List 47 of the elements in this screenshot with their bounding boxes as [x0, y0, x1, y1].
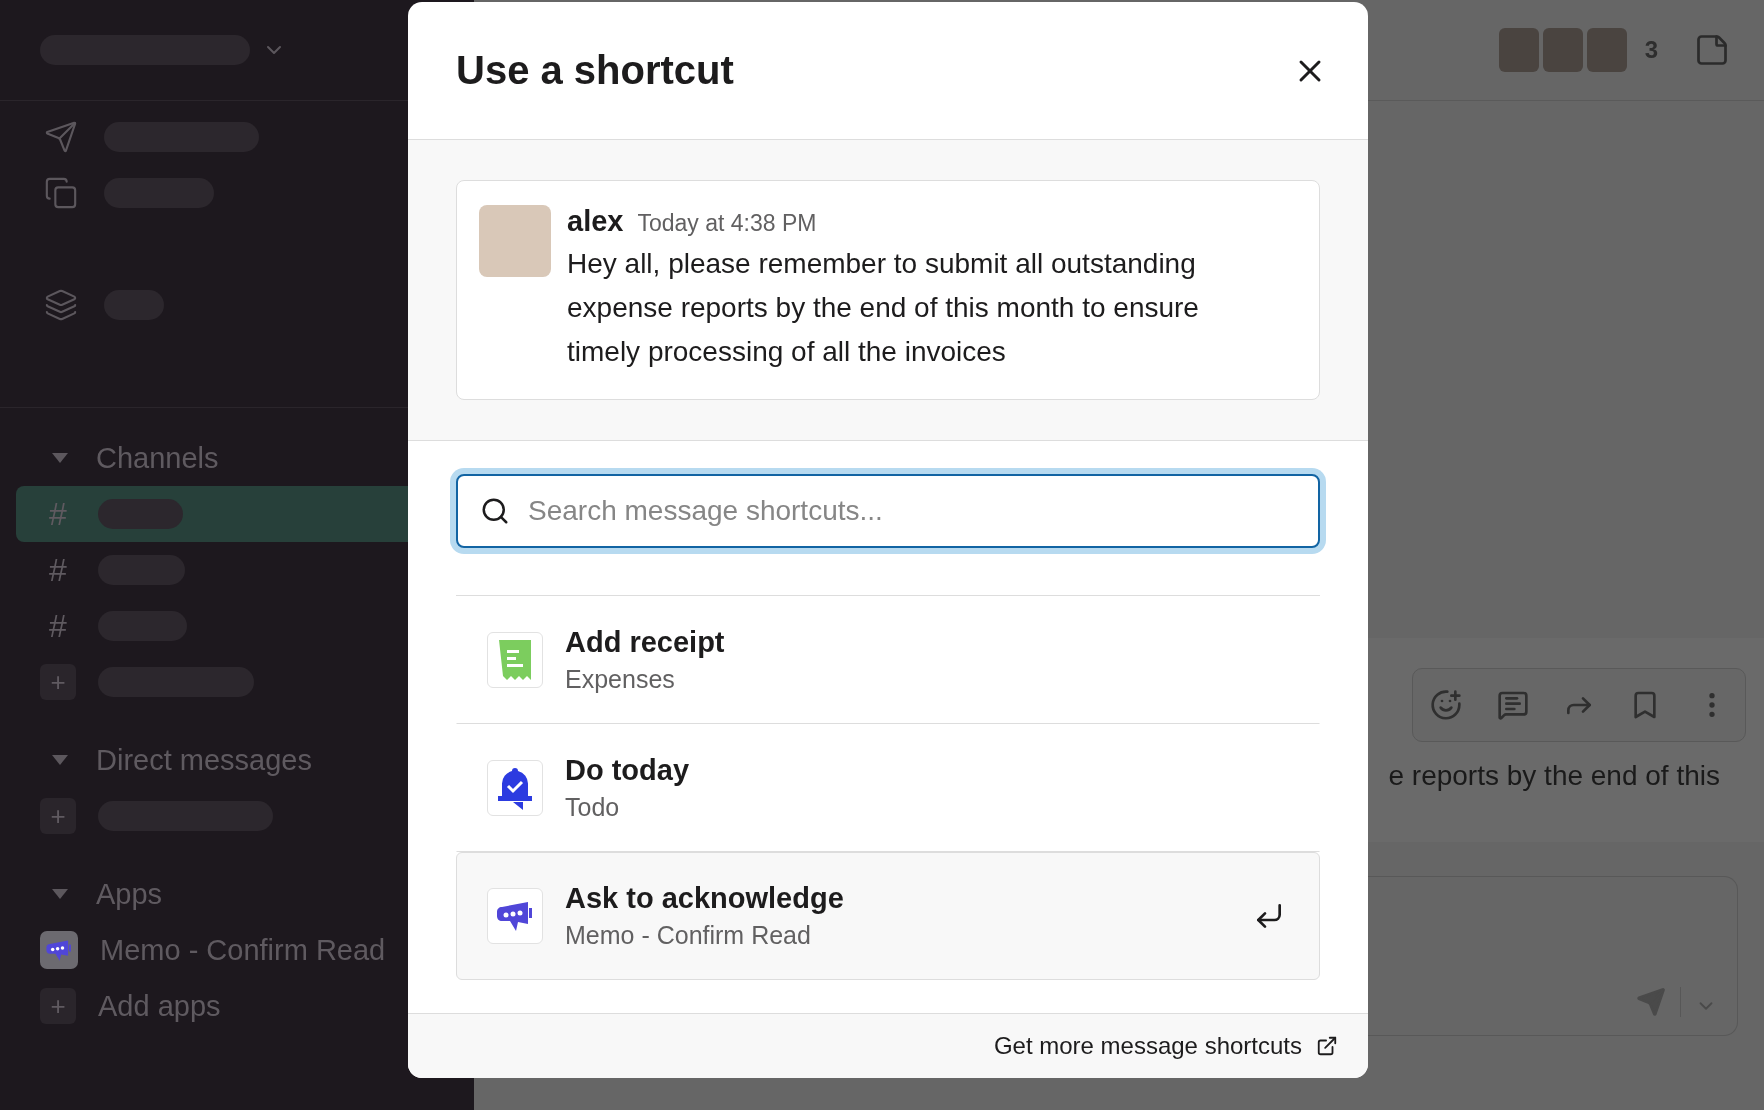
shortcut-title: Ask to acknowledge — [565, 882, 845, 915]
reply-icon[interactable] — [1496, 689, 1529, 721]
avatar — [479, 205, 551, 277]
plus-icon: + — [40, 664, 76, 700]
layers-icon[interactable] — [44, 288, 78, 322]
paper-plane-icon[interactable] — [44, 120, 78, 154]
plus-icon: + — [40, 988, 76, 1024]
app-name: Memo - Confirm Read — [565, 921, 812, 950]
search-icon — [480, 496, 510, 526]
pages-icon[interactable] — [44, 176, 78, 210]
hash-icon: # — [40, 551, 76, 589]
message-text: e reports by the end of this — [1388, 760, 1721, 792]
app-name: Expenses — [565, 665, 676, 694]
receipt-icon — [499, 640, 531, 680]
photo-placeholder — [1586, 28, 1627, 72]
photo-placeholder — [1542, 28, 1583, 72]
megaphone-icon — [495, 900, 535, 932]
member-count[interactable]: 3 — [1644, 36, 1658, 64]
item-label: Memo - Confirm Read — [100, 933, 386, 967]
bell-check-icon — [497, 766, 533, 810]
caret-icon[interactable] — [50, 753, 70, 767]
plus-icon: + — [40, 798, 76, 834]
shortcut-title: Add receipt — [565, 626, 726, 659]
author-name: alex — [567, 205, 624, 238]
section-title[interactable]: Apps — [96, 877, 163, 911]
new-note-icon[interactable] — [1694, 32, 1730, 68]
item-label: Add apps — [98, 989, 221, 1023]
search-field[interactable]: Search message shortcuts... — [456, 474, 1320, 548]
section-title[interactable]: Direct messages — [96, 743, 312, 777]
message-time: Today at 4:38 PM — [637, 210, 817, 237]
add-reaction-icon[interactable] — [1430, 689, 1463, 721]
dialog-title: Use a shortcut — [456, 48, 734, 93]
caret-icon[interactable] — [50, 887, 70, 901]
section-title[interactable]: Channels — [96, 441, 219, 475]
megaphone-icon — [45, 938, 73, 962]
sidebar-item[interactable]: + Add apps — [16, 978, 474, 1034]
photo-placeholder — [1498, 28, 1539, 72]
hash-icon: # — [40, 607, 76, 645]
external-link-icon — [1316, 1035, 1338, 1057]
shortcut-title: Do today — [565, 754, 691, 787]
footer-link[interactable]: Get more message shortcuts — [993, 1032, 1338, 1060]
app-name: Todo — [565, 793, 621, 822]
message-text: Hey all, please remember to submit all outstanding expense reports by the end of this month to ensure timely processing of all the invoices — [567, 247, 1200, 369]
hash-icon: # — [40, 495, 76, 533]
shortcut-item[interactable]: Ask to acknowledge Memo - Confirm Read — [456, 852, 1320, 980]
send-icon[interactable] — [1636, 987, 1666, 1017]
caret-icon[interactable] — [50, 451, 70, 465]
